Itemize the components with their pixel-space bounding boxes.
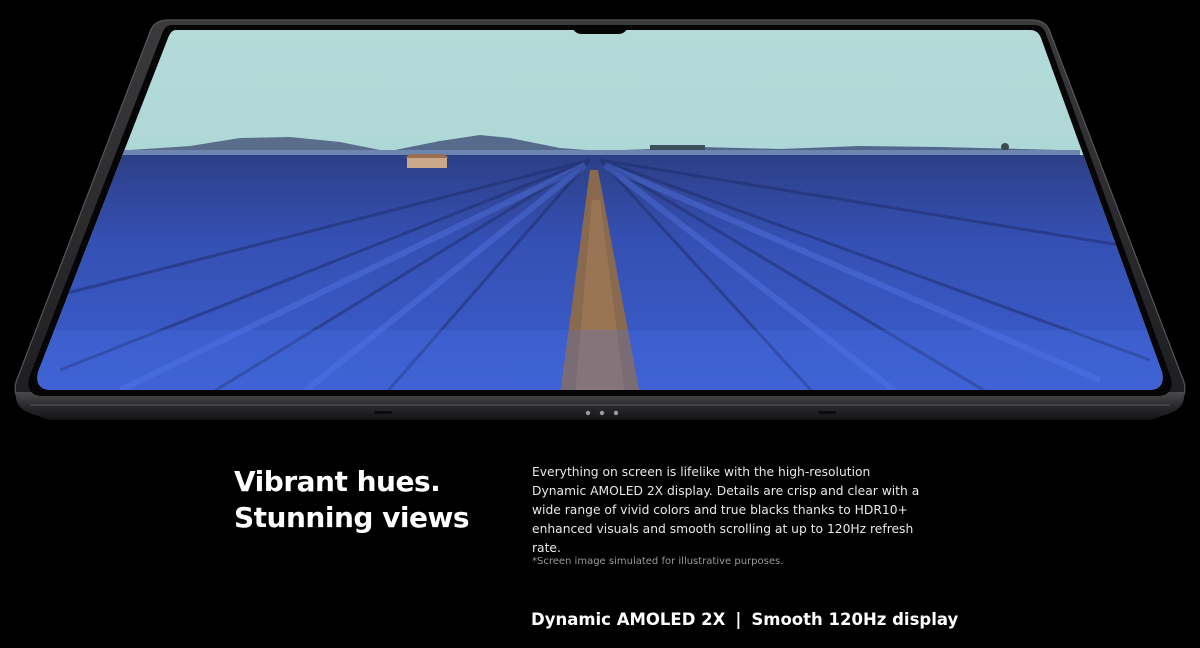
camera-notch — [572, 26, 628, 34]
headline-line-1: Vibrant hues. — [234, 465, 441, 498]
page: Vibrant hues. Stunning views Everything … — [0, 0, 1200, 648]
disclaimer-note: *Screen image simulated for illustrative… — [532, 556, 784, 567]
feature-list: Dynamic AMOLED 2X | Smooth 120Hz display — [531, 607, 958, 633]
body-description: Everything on screen is lifelike with th… — [532, 465, 920, 555]
pogo-pin — [613, 410, 619, 416]
screen-image — [37, 30, 1163, 390]
stone-house — [405, 154, 449, 168]
side-slot-left — [374, 411, 392, 414]
tablet-device-image — [14, 19, 1186, 420]
side-slot-right — [818, 411, 836, 414]
headline-line-2: Stunning views — [234, 501, 470, 534]
feature-amoled: Dynamic AMOLED 2X — [531, 610, 726, 629]
pogo-pin — [585, 410, 591, 416]
feature-120hz: Smooth 120Hz display — [751, 610, 959, 629]
pogo-pin — [599, 410, 605, 416]
feature-separator: | — [735, 610, 742, 629]
tablet-edge — [15, 392, 1185, 420]
headline: Vibrant hues. Stunning views — [234, 464, 494, 536]
